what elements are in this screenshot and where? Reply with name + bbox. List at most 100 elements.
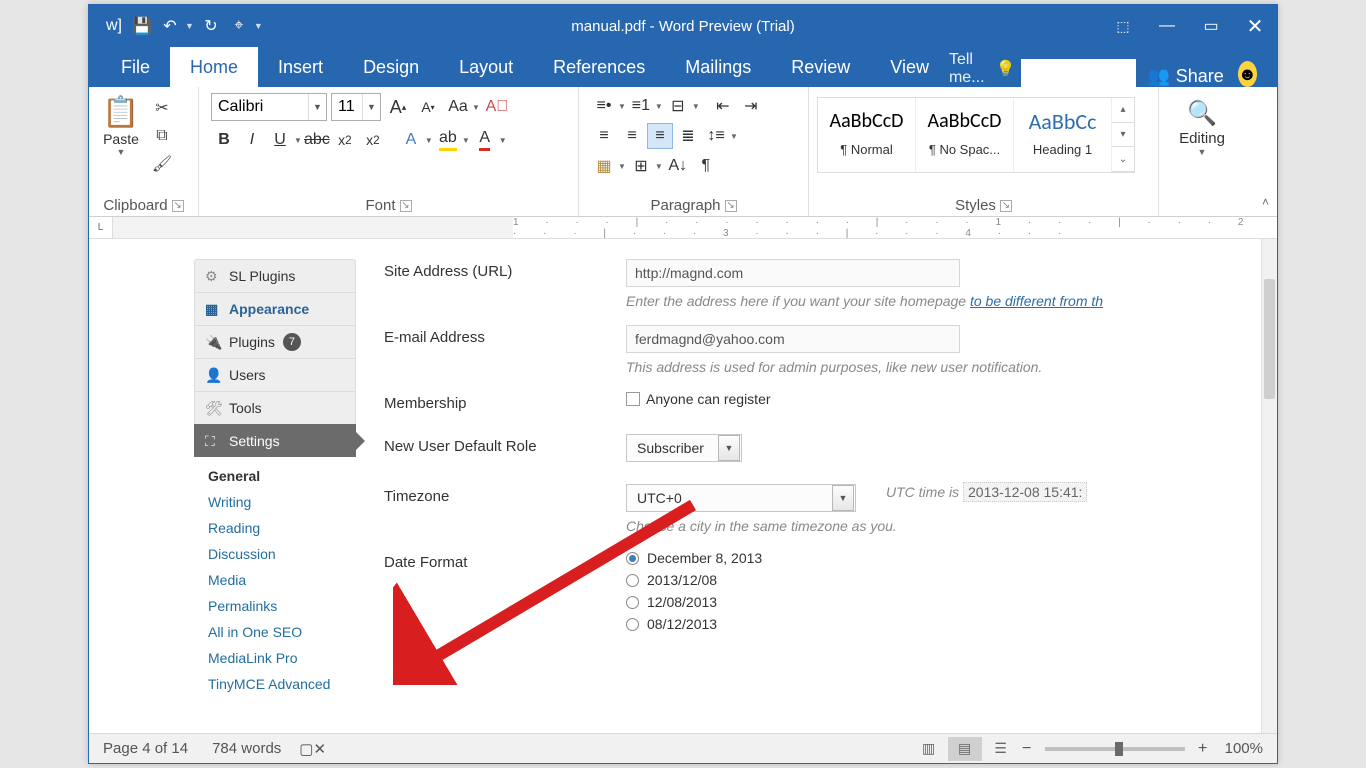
- decrease-indent-icon[interactable]: ⇤: [710, 93, 736, 119]
- minimize-icon[interactable]: —: [1145, 5, 1189, 47]
- change-case-icon[interactable]: Aa: [445, 94, 471, 120]
- undo-icon[interactable]: ↶: [159, 14, 181, 38]
- subitem-permalinks[interactable]: Permalinks: [208, 593, 356, 619]
- superscript-icon[interactable]: x2: [360, 127, 386, 153]
- styles-gallery[interactable]: AaBbCcD ¶ Normal AaBbCcD ¶ No Spac... Aa…: [817, 97, 1135, 173]
- chevron-down-icon[interactable]: ▼: [362, 94, 380, 120]
- clear-formatting-icon[interactable]: A⃠: [484, 94, 510, 120]
- subitem-reading[interactable]: Reading: [208, 515, 356, 541]
- line-spacing-icon[interactable]: ↕≡: [703, 123, 729, 149]
- show-marks-icon[interactable]: ¶: [693, 153, 719, 179]
- borders-icon[interactable]: ⊞: [628, 153, 654, 179]
- shading-icon[interactable]: ▦: [591, 153, 617, 179]
- tab-view[interactable]: View: [870, 47, 949, 87]
- style-no-spacing[interactable]: AaBbCcD ¶ No Spac...: [916, 98, 1014, 172]
- undo-more-icon[interactable]: ▼: [185, 21, 194, 31]
- subitem-tinymce[interactable]: TinyMCE Advanced: [208, 671, 356, 697]
- radio-date-3[interactable]: [626, 596, 639, 609]
- share-users-icon[interactable]: 👥: [1148, 66, 1168, 87]
- sidebar-item-appearance[interactable]: ▦Appearance: [194, 292, 356, 325]
- collapse-ribbon-icon[interactable]: ˄: [1262, 195, 1269, 209]
- tell-me-search[interactable]: [1021, 59, 1135, 87]
- copy-icon[interactable]: ⧉: [151, 125, 173, 147]
- tell-me[interactable]: Tell me...💡: [949, 51, 1015, 87]
- styles-dialog-icon[interactable]: ↘: [1000, 200, 1012, 212]
- font-color-icon[interactable]: A: [472, 127, 498, 153]
- ruler-corner[interactable]: L: [89, 217, 113, 238]
- highlight-icon[interactable]: ab: [435, 127, 461, 153]
- subscript-icon[interactable]: x2: [332, 127, 358, 153]
- sidebar-item-settings[interactable]: ⛶Settings: [194, 424, 356, 457]
- tab-file[interactable]: File: [101, 47, 170, 87]
- tab-review[interactable]: Review: [771, 47, 870, 87]
- shrink-font-icon[interactable]: A▾: [415, 94, 441, 120]
- horizontal-ruler[interactable]: 1 · · · | · · · · · · · | · · · 1 · · · …: [113, 217, 1277, 238]
- zoom-in-icon[interactable]: +: [1195, 740, 1211, 758]
- radio-date-2[interactable]: [626, 574, 639, 587]
- read-mode-icon[interactable]: ▥: [912, 737, 946, 761]
- checkbox-anyone-register[interactable]: [626, 392, 640, 406]
- subitem-general[interactable]: General: [208, 463, 356, 489]
- align-right-icon[interactable]: ≡: [647, 123, 673, 149]
- sidebar-item-tools[interactable]: 🛠Tools: [194, 391, 356, 424]
- maximize-icon[interactable]: ▭: [1189, 5, 1233, 47]
- tab-insert[interactable]: Insert: [258, 47, 343, 87]
- text-effects-icon[interactable]: A: [398, 127, 424, 153]
- scrollbar-thumb[interactable]: [1264, 279, 1275, 399]
- print-layout-icon[interactable]: ▤: [948, 737, 982, 761]
- zoom-knob[interactable]: [1115, 742, 1123, 756]
- bullets-icon[interactable]: ≡•: [591, 93, 617, 119]
- grow-font-icon[interactable]: A▴: [385, 94, 411, 120]
- sort-icon[interactable]: A↓: [665, 153, 691, 179]
- increase-indent-icon[interactable]: ⇥: [738, 93, 764, 119]
- input-email[interactable]: [626, 325, 960, 353]
- chevron-down-icon[interactable]: ▼: [308, 94, 326, 120]
- select-default-role[interactable]: Subscriber▼: [626, 434, 742, 462]
- input-site-address[interactable]: [626, 259, 960, 287]
- subitem-aioseo[interactable]: All in One SEO: [208, 619, 356, 645]
- font-name-combo[interactable]: ▼: [211, 93, 327, 121]
- sidebar-item-plugins[interactable]: 🔌Plugins7: [194, 325, 356, 358]
- italic-icon[interactable]: I: [239, 127, 265, 153]
- underline-icon[interactable]: U: [267, 127, 293, 153]
- subitem-medialink[interactable]: MediaLink Pro: [208, 645, 356, 671]
- tab-references[interactable]: References: [533, 47, 665, 87]
- tab-mailings[interactable]: Mailings: [665, 47, 771, 87]
- multilevel-list-icon[interactable]: ⊟: [665, 93, 691, 119]
- share-button[interactable]: Share: [1176, 66, 1224, 87]
- select-timezone[interactable]: UTC+0▼: [626, 484, 856, 512]
- sidebar-item-sl-plugins[interactable]: ⚙SL Plugins: [194, 259, 356, 292]
- subitem-media[interactable]: Media: [208, 567, 356, 593]
- gallery-scroll[interactable]: ▴▾⌄: [1112, 98, 1134, 172]
- numbering-icon[interactable]: ≡1: [628, 93, 654, 119]
- cut-icon[interactable]: ✂: [151, 97, 173, 119]
- bold-icon[interactable]: B: [211, 127, 237, 153]
- justify-icon[interactable]: ≣: [675, 123, 701, 149]
- touch-mode-icon[interactable]: ⌖: [228, 14, 250, 38]
- radio-date-4[interactable]: [626, 618, 639, 631]
- subitem-writing[interactable]: Writing: [208, 489, 356, 515]
- status-words[interactable]: 784 words: [212, 740, 281, 757]
- font-dialog-icon[interactable]: ↘: [400, 200, 412, 212]
- clipboard-dialog-icon[interactable]: ↘: [172, 200, 184, 212]
- ribbon-display-icon[interactable]: ⬚: [1101, 5, 1145, 47]
- vertical-scrollbar[interactable]: [1261, 239, 1277, 733]
- zoom-level[interactable]: 100%: [1225, 740, 1263, 757]
- save-icon[interactable]: 💾: [131, 14, 153, 38]
- font-size-combo[interactable]: ▼: [331, 93, 381, 121]
- link-different[interactable]: to be different from th: [970, 293, 1103, 309]
- tab-layout[interactable]: Layout: [439, 47, 533, 87]
- paste-button[interactable]: 📋 Paste ▼: [97, 95, 145, 175]
- tab-design[interactable]: Design: [343, 47, 439, 87]
- zoom-slider[interactable]: [1045, 747, 1185, 751]
- redo-icon[interactable]: ↻: [200, 14, 222, 38]
- align-center-icon[interactable]: ≡: [619, 123, 645, 149]
- status-page[interactable]: Page 4 of 14: [103, 740, 188, 757]
- paragraph-dialog-icon[interactable]: ↘: [725, 200, 737, 212]
- tab-home[interactable]: Home: [170, 47, 258, 87]
- style-heading-1[interactable]: AaBbCc Heading 1: [1014, 98, 1112, 172]
- web-layout-icon[interactable]: ☰: [984, 737, 1018, 761]
- subitem-discussion[interactable]: Discussion: [208, 541, 356, 567]
- qat-customize-icon[interactable]: ▼: [254, 21, 263, 31]
- editing-button[interactable]: 🔍 Editing ▼: [1167, 91, 1237, 157]
